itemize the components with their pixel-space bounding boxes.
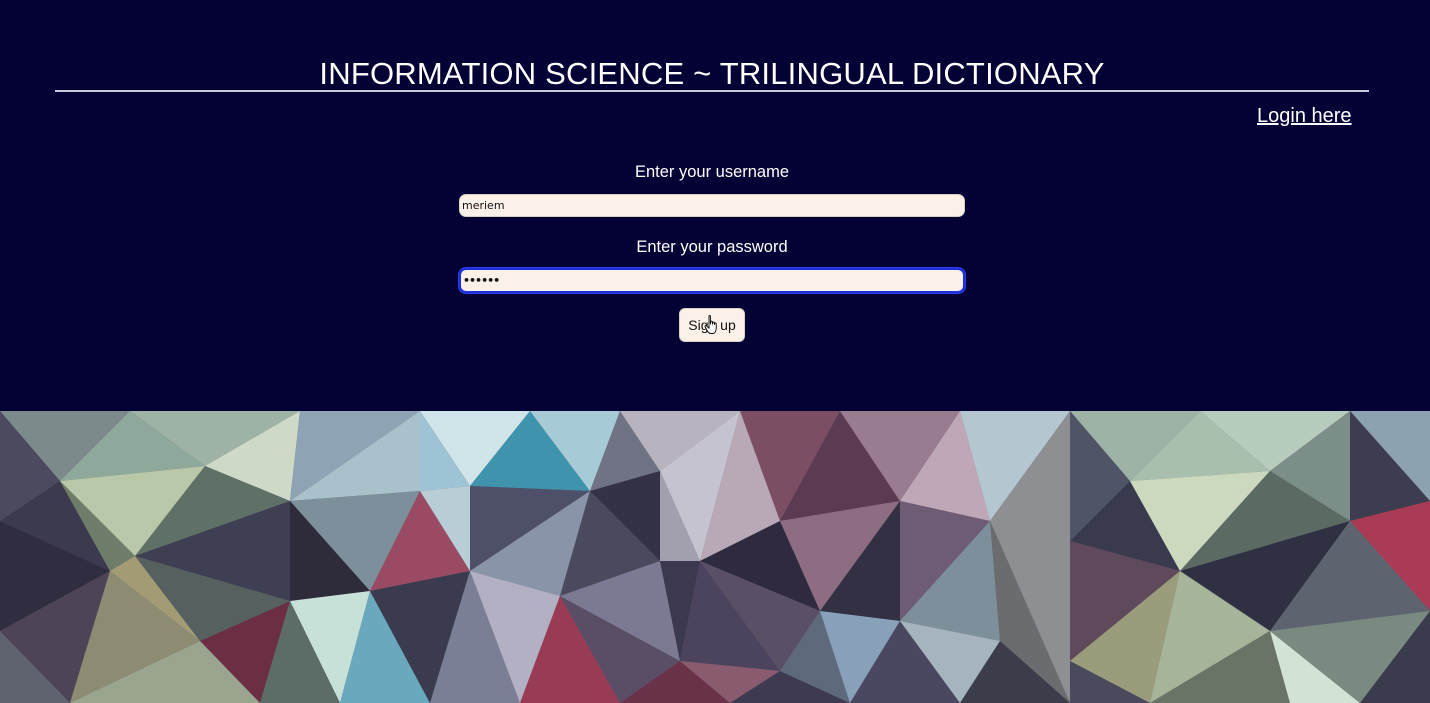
password-field[interactable] <box>459 268 965 293</box>
polygon-background-art <box>0 411 1430 703</box>
signup-button[interactable]: Sign up <box>679 308 745 342</box>
login-link[interactable]: Login here <box>1257 105 1352 128</box>
title-divider <box>55 90 1369 92</box>
password-label: Enter your password <box>636 238 788 256</box>
username-field[interactable] <box>459 194 965 217</box>
username-label: Enter your username <box>634 163 790 181</box>
page-title: INFORMATION SCIENCE ~ TRILINGUAL DICTION… <box>319 56 1105 91</box>
